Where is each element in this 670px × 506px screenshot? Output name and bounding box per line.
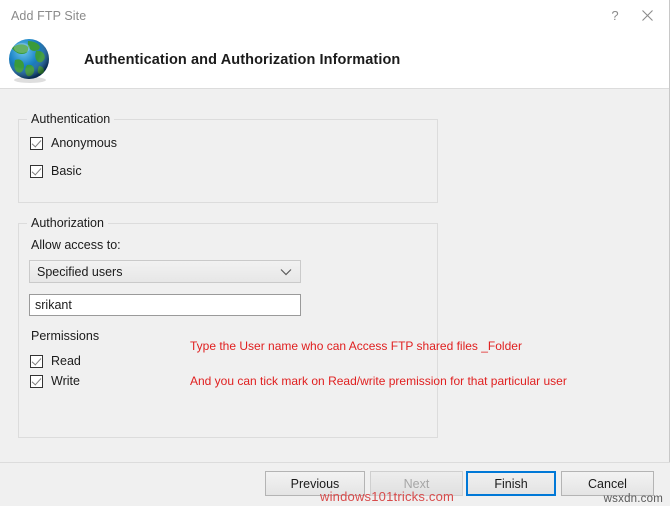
title-bar: Add FTP Site ? bbox=[0, 0, 669, 31]
annotation-username: Type the User name who can Access FTP sh… bbox=[190, 339, 522, 353]
add-ftp-site-dialog: Add FTP Site ? Authentication and Author… bbox=[0, 0, 670, 506]
authorization-legend: Authorization bbox=[27, 216, 108, 230]
specified-user-input[interactable] bbox=[29, 294, 301, 316]
watermark-primary: windows101tricks.com bbox=[320, 489, 455, 504]
chevron-down-icon bbox=[280, 265, 292, 279]
checkbox-read[interactable]: Read bbox=[30, 354, 81, 368]
checkbox-anonymous-box[interactable] bbox=[30, 136, 43, 150]
cancel-button-label: Cancel bbox=[588, 476, 627, 491]
checkbox-write-label: Write bbox=[51, 374, 80, 388]
allow-access-select[interactable]: Specified users bbox=[29, 260, 301, 283]
dialog-body: Authentication Anonymous Basic Authoriza… bbox=[0, 89, 669, 494]
checkbox-read-box[interactable] bbox=[30, 354, 43, 368]
checkbox-anonymous[interactable]: Anonymous bbox=[30, 136, 117, 150]
close-icon[interactable] bbox=[631, 3, 663, 29]
window-title: Add FTP Site bbox=[11, 8, 87, 23]
checkbox-read-label: Read bbox=[51, 354, 81, 368]
globe-icon bbox=[6, 36, 54, 84]
authorization-group: Authorization Allow access to: Specified… bbox=[18, 216, 438, 438]
finish-button[interactable]: Finish bbox=[466, 471, 556, 496]
allow-access-select-value: Specified users bbox=[37, 264, 123, 279]
finish-button-label: Finish bbox=[494, 476, 528, 491]
annotation-permissions: And you can tick mark on Read/write prem… bbox=[190, 374, 567, 388]
checkbox-write[interactable]: Write bbox=[30, 374, 80, 388]
permissions-label: Permissions bbox=[31, 329, 100, 343]
page-title: Authentication and Authorization Informa… bbox=[84, 51, 401, 68]
checkbox-anonymous-label: Anonymous bbox=[51, 136, 118, 150]
checkbox-basic-box[interactable] bbox=[30, 164, 43, 178]
title-bar-buttons: ? bbox=[599, 0, 663, 31]
allow-access-label: Allow access to: bbox=[31, 238, 121, 252]
watermark-secondary: wsxdn.com bbox=[603, 493, 663, 505]
checkbox-write-box[interactable] bbox=[30, 374, 43, 388]
question-mark-icon[interactable]: ? bbox=[599, 3, 631, 29]
authentication-group: Authentication Anonymous Basic bbox=[18, 112, 438, 203]
checkbox-basic-label: Basic bbox=[51, 164, 82, 178]
authentication-legend: Authentication bbox=[27, 112, 115, 126]
dialog-header: Authentication and Authorization Informa… bbox=[0, 31, 669, 89]
checkbox-basic[interactable]: Basic bbox=[30, 164, 82, 178]
